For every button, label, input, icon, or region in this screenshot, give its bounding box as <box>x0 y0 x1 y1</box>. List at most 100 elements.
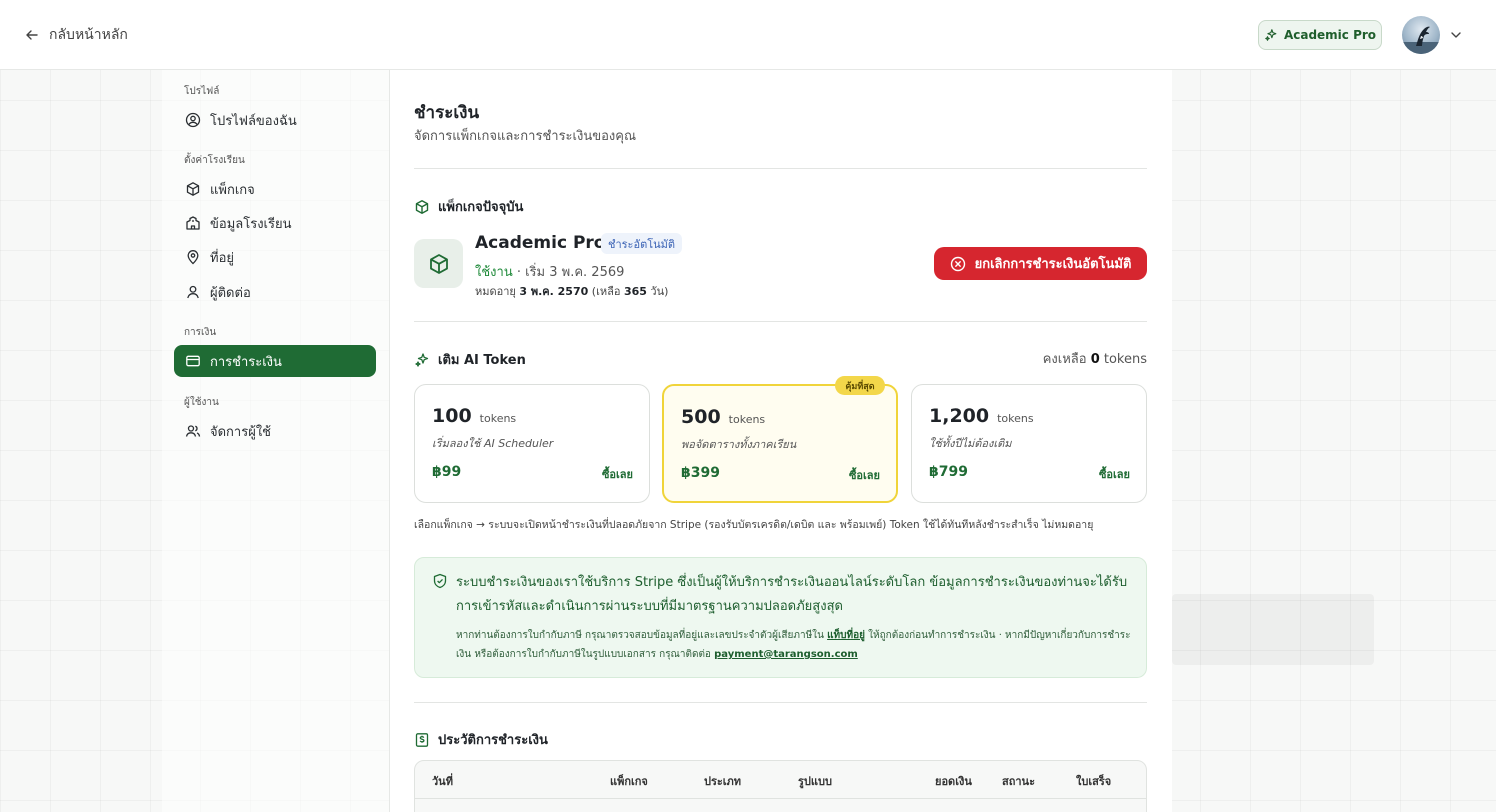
sidebar-item-payment[interactable]: การชำระเงิน <box>174 345 376 377</box>
expiry-prefix: หมดอายุ <box>475 285 520 298</box>
heading-text: ประวัติการชำระเงิน <box>438 733 548 748</box>
expiry-mid: (เหลือ <box>588 285 624 298</box>
sidebar-item-contacts[interactable]: ผู้ติดต่อ <box>174 276 376 308</box>
avatar[interactable] <box>1402 16 1440 54</box>
pack-amount: 100 tokens <box>432 405 516 427</box>
background-placeholder <box>1172 594 1374 665</box>
start-date: · เริ่ม 3 พ.ค. 2569 <box>512 265 625 280</box>
sidebar-item-school-info[interactable]: ข้อมูลโรงเรียน <box>174 207 376 239</box>
ai-token-heading: เติม AI Token <box>414 349 526 370</box>
cancel-auto-renew-button[interactable]: ยกเลิกการชำระเงินอัตโนมัติ <box>934 247 1147 280</box>
credit-card-icon <box>186 355 200 367</box>
column-header-package[interactable]: แพ็กเกจ <box>610 772 648 790</box>
back-to-home-link[interactable]: กลับหน้าหลัก <box>24 24 128 46</box>
payment-email-link[interactable]: payment@tarangson.com <box>714 649 858 660</box>
map-pin-icon <box>187 250 199 265</box>
settings-sidebar: โปรไฟล์ โปรไฟล์ของฉัน ตั้งค่าโรงเรียน แพ… <box>162 70 390 812</box>
column-header-receipt[interactable]: ใบเสร็จ <box>1076 772 1111 790</box>
sidebar-item-label: การชำระเงิน <box>210 354 282 370</box>
pack-amount-number: 100 <box>432 405 472 427</box>
sidebar-item-label: ที่อยู่ <box>210 250 234 266</box>
package-expiry: หมดอายุ 3 พ.ค. 2570 (เหลือ 365 วัน) <box>475 282 668 300</box>
user-circle-icon <box>185 112 201 128</box>
chevron-down-icon[interactable] <box>1449 28 1463 42</box>
sub-prefix: หากท่านต้องการใบกำกับภาษี กรุณาตรวจสอบข้… <box>456 630 828 641</box>
pack-price: ฿399 <box>681 465 720 481</box>
column-header-amount[interactable]: ยอดเงิน <box>935 772 972 790</box>
sidebar-item-my-profile[interactable]: โปรไฟล์ของฉัน <box>174 104 376 136</box>
section-school-settings: ตั้งค่าโรงเรียน <box>184 155 245 166</box>
page-title: ชำระเงิน <box>414 103 480 123</box>
days-left: 365 <box>623 285 647 298</box>
receipt-dollar-icon <box>415 732 429 747</box>
expiry-date: 3 พ.ค. 2570 <box>519 285 589 298</box>
token-pack-card[interactable]: 100 tokens เริ่มลองใช้ AI Scheduler ฿99 ซ… <box>414 384 650 503</box>
column-header-method[interactable]: รูปแบบ <box>798 772 832 790</box>
package-icon <box>415 199 429 214</box>
table-header-divider <box>415 798 1146 799</box>
heading-text: เติม AI Token <box>438 353 526 368</box>
pack-unit: tokens <box>997 412 1034 425</box>
pack-description: พอจัดตารางทั้งภาคเรียน <box>681 438 797 451</box>
current-plan-pill[interactable]: Academic Pro <box>1258 20 1382 50</box>
address-tab-link[interactable]: แท็บที่อยู่ <box>827 630 865 641</box>
buy-now-button[interactable]: ซื้อเลย <box>602 465 633 483</box>
back-label: กลับหน้าหลัก <box>49 27 128 43</box>
school-icon <box>186 216 200 230</box>
package-icon <box>429 253 448 274</box>
arrow-left-icon <box>26 30 38 40</box>
token-note: เลือกแพ็กเกจ → ระบบจะเปิดหน้าชำระเงินที่… <box>414 519 1094 531</box>
package-icon-box <box>414 239 463 288</box>
sidebar-item-label: แพ็กเกจ <box>210 182 255 198</box>
divider <box>414 168 1147 169</box>
pack-description: เริ่มลองใช้ AI Scheduler <box>432 437 554 450</box>
buy-now-button[interactable]: ซื้อเลย <box>1099 465 1130 483</box>
package-icon <box>186 182 200 196</box>
security-main-text: ระบบชำระเงินของเราใช้บริการ Stripe ซึ่งเ… <box>456 575 1128 614</box>
section-finance: การเงิน <box>184 327 217 338</box>
pack-amount-number: 500 <box>681 406 721 428</box>
avatar-image <box>1402 26 1440 54</box>
pack-amount: 1,200 tokens <box>929 405 1034 427</box>
sidebar-item-label: ข้อมูลโรงเรียน <box>210 216 292 232</box>
package-status: ใช้งาน · เริ่ม 3 พ.ค. 2569 <box>475 261 624 282</box>
sidebar-item-address[interactable]: ที่อยู่ <box>174 241 376 273</box>
divider <box>414 702 1147 703</box>
column-header-status[interactable]: สถานะ <box>1002 772 1035 790</box>
pack-price: ฿799 <box>929 464 968 480</box>
remaining-suffix: tokens <box>1099 352 1147 367</box>
status-active: ใช้งาน <box>475 265 513 280</box>
pack-unit: tokens <box>728 413 766 426</box>
cancel-label: ยกเลิกการชำระเงินอัตโนมัติ <box>974 257 1132 272</box>
divider <box>414 321 1147 322</box>
column-header-type[interactable]: ประเภท <box>704 772 741 790</box>
sidebar-item-label: โปรไฟล์ของฉัน <box>210 113 297 129</box>
pack-amount: 500 tokens <box>681 406 765 428</box>
security-sub-text: หากท่านต้องการใบกำกับภาษี กรุณาตรวจสอบข้… <box>456 626 1136 664</box>
sidebar-item-package[interactable]: แพ็กเกจ <box>174 173 376 205</box>
payment-main-panel: ชำระเงิน จัดการแพ็กเกจและการชำระเงินของค… <box>390 70 1172 812</box>
sparkles-icon <box>415 352 429 367</box>
plan-pill-label: Academic Pro <box>1283 28 1377 42</box>
remaining-prefix: คงเหลือ <box>1042 352 1091 367</box>
sidebar-item-manage-users[interactable]: จัดการผู้ใช้ <box>174 415 376 447</box>
page-subtitle: จัดการแพ็กเกจและการชำระเงินของคุณ <box>414 129 637 144</box>
tokens-remaining: คงเหลือ 0 tokens <box>1043 348 1147 369</box>
shield-check-icon <box>433 573 447 589</box>
token-pack-card[interactable]: 1,200 tokens ใช้ทั้งปีไม่ต้องเติม ฿799 ซื… <box>911 384 1147 503</box>
token-pack-card-best-value[interactable]: 500 tokens พอจัดตารางทั้งภาคเรียน ฿399 ซื… <box>662 384 898 503</box>
security-notice: ระบบชำระเงินของเราใช้บริการ Stripe ซึ่งเ… <box>414 557 1147 678</box>
buy-now-button[interactable]: ซื้อเลย <box>849 466 880 484</box>
best-value-tag: คุ้มที่สุด <box>835 376 885 395</box>
section-users: ผู้ใช้งาน <box>184 397 219 408</box>
payment-history-heading: ประวัติการชำระเงิน <box>414 729 548 750</box>
pack-amount-number: 1,200 <box>929 405 990 427</box>
column-header-date[interactable]: วันที่ <box>432 772 453 790</box>
pack-description: ใช้ทั้งปีไม่ต้องเติม <box>929 437 1012 450</box>
payment-history-table: วันที่ แพ็กเกจ ประเภท รูปแบบ ยอดเงิน สถา… <box>414 760 1147 812</box>
section-profile: โปรไฟล์ <box>184 86 220 97</box>
heading-text: แพ็กเกจปัจจุบัน <box>438 200 524 215</box>
expiry-suffix: วัน) <box>646 285 669 298</box>
current-package-heading: แพ็กเกจปัจจุบัน <box>414 196 523 217</box>
users-icon <box>185 425 201 437</box>
